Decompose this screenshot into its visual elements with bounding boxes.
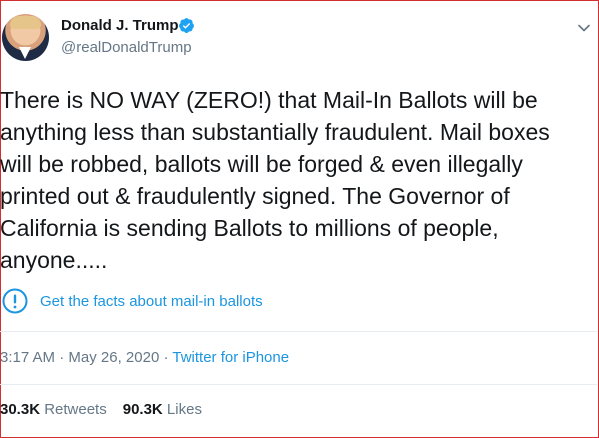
divider bbox=[0, 331, 597, 332]
avatar[interactable] bbox=[2, 14, 49, 61]
likes-count: 90.3K bbox=[122, 401, 163, 418]
user-handle[interactable]: @realDonaldTrump bbox=[61, 39, 192, 56]
meta-separator: · bbox=[159, 349, 173, 366]
fact-check-label[interactable]: Get the facts about mail-in ballots bbox=[40, 293, 263, 310]
divider bbox=[0, 384, 597, 385]
tweet-time[interactable]: 3:17 AM bbox=[0, 349, 55, 366]
retweets-label: Retweets bbox=[40, 401, 107, 418]
likes-stat[interactable]: 90.3K Likes bbox=[123, 401, 202, 418]
exclamation-circle-icon bbox=[2, 288, 28, 314]
likes-label: Likes bbox=[162, 401, 202, 418]
retweets-stat[interactable]: 30.3K Retweets bbox=[0, 401, 107, 418]
tweet-text: There is NO WAY (ZERO!) that Mail-In Bal… bbox=[0, 87, 550, 273]
tweet-stats: 30.3K Retweets 90.3K Likes bbox=[0, 401, 218, 418]
tweet-date[interactable]: May 26, 2020 bbox=[68, 349, 159, 366]
fact-check-link[interactable]: Get the facts about mail-in ballots bbox=[2, 287, 263, 315]
chevron-down-icon[interactable] bbox=[574, 18, 594, 38]
tweet-source[interactable]: Twitter for iPhone bbox=[172, 349, 289, 366]
tweet-meta: 3:17 AM · May 26, 2020 · Twitter for iPh… bbox=[0, 349, 289, 366]
display-name[interactable]: Donald J. Trump bbox=[61, 17, 179, 34]
meta-separator: · bbox=[55, 349, 69, 366]
verified-badge-icon bbox=[179, 18, 194, 33]
retweets-count: 30.3K bbox=[0, 401, 41, 418]
